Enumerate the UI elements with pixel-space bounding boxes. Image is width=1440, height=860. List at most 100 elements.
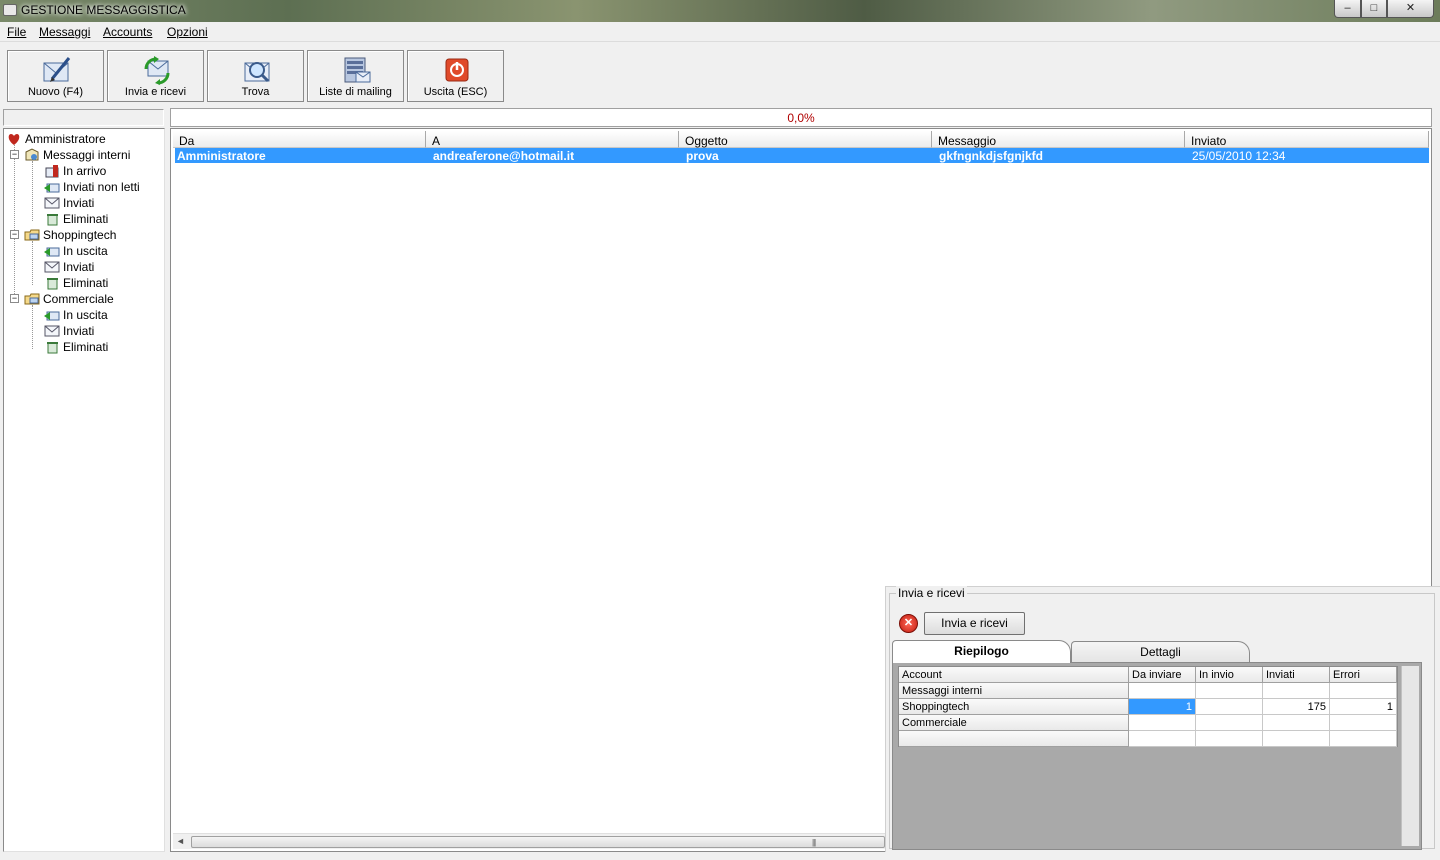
send-receive-label: Invia e ricevi bbox=[124, 86, 187, 98]
sent-icon bbox=[44, 197, 60, 209]
grid-cell[interactable] bbox=[1330, 683, 1397, 699]
new-message-button[interactable]: Nuovo (F4) bbox=[7, 50, 104, 102]
summary-tab-body: Account Da inviare In invio Inviati Erro… bbox=[892, 662, 1422, 850]
unread-sent-icon bbox=[44, 183, 60, 193]
grid-cell[interactable] bbox=[1129, 731, 1196, 747]
mailing-list-label: Liste di mailing bbox=[319, 86, 392, 98]
column-header-a[interactable]: A bbox=[426, 131, 679, 148]
folder-icon bbox=[25, 148, 39, 161]
tree-item-label: In arrivo bbox=[63, 164, 107, 178]
mailing-list-button[interactable]: Liste di mailing bbox=[307, 50, 404, 102]
grid-header-inviati: Inviati bbox=[1263, 667, 1330, 683]
new-message-icon bbox=[43, 57, 71, 82]
cell-da: Amministratore bbox=[177, 149, 266, 163]
search-label: Trova bbox=[241, 86, 270, 98]
stop-icon[interactable]: ✕ bbox=[899, 614, 918, 633]
menu-accounts[interactable]: Accounts bbox=[103, 25, 152, 39]
summary-grid: Account Da inviare In invio Inviati Erro… bbox=[898, 666, 1398, 747]
tree-item-label: In uscita bbox=[63, 244, 108, 258]
grid-cell[interactable] bbox=[1196, 699, 1263, 715]
grid-cell[interactable] bbox=[1129, 715, 1196, 731]
tree-item-label: Eliminati bbox=[63, 212, 109, 226]
grid-header-account: Account bbox=[899, 667, 1129, 683]
grip-icon: ||| bbox=[812, 838, 816, 847]
outbox-icon bbox=[44, 247, 60, 257]
exit-button[interactable]: Uscita (ESC) bbox=[407, 50, 504, 102]
mailing-list-icon bbox=[344, 57, 371, 83]
folder-tree: Amministratore − Messaggi interni In arr… bbox=[3, 128, 165, 852]
grid-cell[interactable] bbox=[1330, 731, 1397, 747]
send-receive-panel-button[interactable]: Invia e ricevi bbox=[924, 612, 1025, 635]
collapse-icon[interactable]: − bbox=[10, 294, 19, 303]
cell-messaggio: gkfngnkdjsfgnjkfd bbox=[939, 149, 1043, 163]
cell-inviato: 25/05/2010 12:34 bbox=[1192, 149, 1286, 163]
menu-file[interactable]: File bbox=[7, 25, 26, 39]
grid-cell[interactable]: 175 bbox=[1263, 699, 1330, 715]
scroll-left-icon[interactable]: ◄ bbox=[176, 836, 185, 846]
grid-cell[interactable]: 1 bbox=[1330, 699, 1397, 715]
collapse-icon[interactable]: − bbox=[10, 150, 19, 159]
maximize-button[interactable]: □ bbox=[1361, 0, 1387, 18]
send-receive-button[interactable]: Invia e ricevi bbox=[107, 50, 204, 102]
vertical-scrollbar[interactable] bbox=[1401, 666, 1419, 846]
grid-cell-selected[interactable]: 1 bbox=[1129, 699, 1196, 715]
send-receive-panel: Invia e ricevi ✕ Invia e ricevi Riepilog… bbox=[885, 586, 1440, 852]
new-message-label: Nuovo (F4) bbox=[27, 86, 84, 98]
grid-cell[interactable] bbox=[1196, 715, 1263, 731]
account-folder-icon bbox=[24, 229, 40, 241]
tree-group-label: Shoppingtech bbox=[43, 228, 117, 242]
window-title: GESTIONE MESSAGGISTICA bbox=[21, 3, 186, 17]
grid-cell[interactable] bbox=[1263, 715, 1330, 731]
minimize-button[interactable]: – bbox=[1334, 0, 1361, 18]
menu-bar: File Messaggi Accounts Opzioni bbox=[0, 22, 1440, 42]
tree-status-bar bbox=[3, 109, 164, 126]
user-icon bbox=[8, 134, 20, 145]
grid-header-da-inviare: Da inviare bbox=[1129, 667, 1196, 683]
grid-row-label bbox=[899, 731, 1129, 747]
send-receive-group: Invia e ricevi ✕ Invia e ricevi Riepilog… bbox=[889, 586, 1435, 850]
tab-dettagli[interactable]: Dettagli bbox=[1071, 641, 1250, 663]
trash-icon bbox=[47, 214, 58, 226]
collapse-icon[interactable]: − bbox=[10, 230, 19, 239]
exit-label: Uscita (ESC) bbox=[423, 86, 488, 98]
column-header-inviato[interactable]: Inviato bbox=[1185, 131, 1429, 148]
panel-title: Invia e ricevi bbox=[896, 586, 967, 600]
table-row[interactable]: Amministratore andreaferone@hotmail.it p… bbox=[175, 148, 1429, 163]
grid-cell[interactable] bbox=[1196, 731, 1263, 747]
close-button[interactable]: ✕ bbox=[1387, 0, 1434, 18]
grid-cell[interactable] bbox=[1196, 683, 1263, 699]
tree-item-label: Eliminati bbox=[63, 340, 109, 354]
grid-cell[interactable] bbox=[1263, 731, 1330, 747]
grid-cell[interactable] bbox=[1129, 683, 1196, 699]
progress-bar: 0,0% bbox=[170, 108, 1432, 127]
scroll-thumb[interactable]: ||| bbox=[191, 836, 885, 848]
inbox-icon bbox=[45, 165, 59, 178]
cell-oggetto: prova bbox=[686, 149, 719, 163]
column-header-oggetto[interactable]: Oggetto bbox=[679, 131, 932, 148]
trash-icon bbox=[47, 342, 58, 354]
grid-cell[interactable] bbox=[1330, 715, 1397, 731]
grid-header-errori: Errori bbox=[1330, 667, 1397, 683]
toolbar: Nuovo (F4) Invia e ricevi Trova Liste di… bbox=[0, 45, 1440, 105]
column-header-messaggio[interactable]: Messaggio bbox=[932, 131, 1185, 148]
cell-a: andreaferone@hotmail.it bbox=[433, 149, 575, 163]
outbox-icon bbox=[44, 311, 60, 321]
grid-row-label: Messaggi interni bbox=[899, 683, 1129, 699]
tree-item-label: Inviati bbox=[63, 260, 95, 274]
grid-cell[interactable] bbox=[1263, 683, 1330, 699]
tree-root-label: Amministratore bbox=[25, 132, 106, 146]
exit-icon bbox=[445, 58, 469, 82]
tree-item-label: Eliminati bbox=[63, 276, 109, 290]
menu-messaggi[interactable]: Messaggi bbox=[39, 25, 90, 39]
trash-icon bbox=[47, 278, 58, 290]
tree-item-label: Inviati bbox=[63, 196, 95, 210]
search-button[interactable]: Trova bbox=[207, 50, 304, 102]
grid-header-in-invio: In invio bbox=[1196, 667, 1263, 683]
sent-icon bbox=[44, 325, 60, 337]
send-receive-icon bbox=[144, 56, 170, 85]
tab-riepilogo[interactable]: Riepilogo bbox=[892, 640, 1071, 663]
column-header-da[interactable]: Da bbox=[173, 131, 426, 148]
tree-item-label: In uscita bbox=[63, 308, 108, 322]
horizontal-scrollbar[interactable]: ◄ ||| bbox=[173, 833, 885, 849]
menu-opzioni[interactable]: Opzioni bbox=[167, 25, 208, 39]
